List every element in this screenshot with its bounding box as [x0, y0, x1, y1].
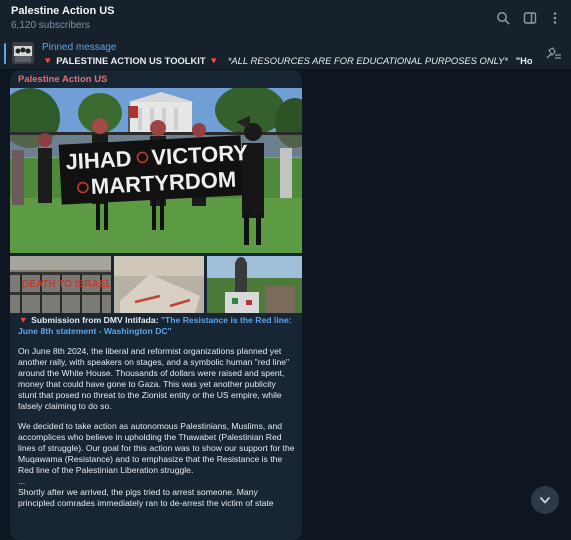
- submission-prefix: 🔻 Submission from DMV Intifada:: [18, 315, 159, 325]
- sidebar-toggle-icon[interactable]: [521, 9, 539, 27]
- pinned-list-icon[interactable]: [543, 45, 563, 63]
- pinned-indicator: [4, 43, 6, 64]
- pinned-label: Pinned message: [42, 42, 117, 53]
- channel-post: Palestine Action US JIHAD VICTORY MARTYR…: [10, 70, 302, 540]
- photo-thumbnails: DEATH TO ISRAEL: [10, 256, 302, 313]
- paragraph-1: On June 8th 2024, the liberal and reform…: [18, 346, 290, 411]
- pinned-preview: 🔻 PALESTINE ACTION US TOOLKIT 🔻 *ALL RES…: [42, 55, 532, 67]
- thumbnail-graffiti: DEATH TO ISRAEL: [22, 279, 112, 290]
- ellipsis: ...: [18, 476, 26, 486]
- banner-line-1: JIHAD: [65, 146, 132, 174]
- banner-line-2: VICTORY: [151, 140, 249, 170]
- thumbnail-photo-3[interactable]: [207, 256, 302, 313]
- post-body: 🔻 Submission from DMV Intifada: "The Res…: [18, 315, 296, 509]
- pinned-preview-text: "How do I join Pales...: [515, 55, 532, 66]
- pinned-title: PALESTINE ACTION US TOOLKIT: [56, 55, 206, 66]
- more-vertical-icon[interactable]: [546, 9, 564, 27]
- paragraph-3: Shortly after we arrived, the pigs tried…: [18, 487, 274, 508]
- chat-header: Palestine Action US 6,120 subscribers: [0, 0, 571, 39]
- thumbnail-photo-2[interactable]: [114, 256, 204, 313]
- paragraph-2: We decided to take action as autonomous …: [18, 421, 295, 475]
- thumbnail-photo-1[interactable]: DEATH TO ISRAEL: [10, 256, 112, 313]
- subscriber-count: 6,120 subscribers: [11, 20, 90, 31]
- main-photo[interactable]: JIHAD VICTORY MARTYRDOM: [10, 88, 302, 253]
- post-sender[interactable]: Palestine Action US: [18, 74, 107, 85]
- red-triangle-emoji: 🔻: [42, 55, 54, 66]
- chevron-down-icon: [540, 497, 550, 504]
- submission-line: 🔻 Submission from DMV Intifada: "The Res…: [18, 315, 296, 337]
- pinned-message-bar[interactable]: Pinned message 🔻 PALESTINE ACTION US TOO…: [0, 38, 571, 70]
- pinned-thumbnail: [12, 42, 34, 64]
- scroll-down-button[interactable]: [531, 486, 559, 514]
- channel-title[interactable]: Palestine Action US: [11, 5, 115, 17]
- pinned-notice: *ALL RESOURCES ARE FOR EDUCATIONAL PURPO…: [227, 55, 508, 66]
- search-icon[interactable]: [494, 9, 512, 27]
- red-triangle-emoji: 🔻: [208, 55, 220, 66]
